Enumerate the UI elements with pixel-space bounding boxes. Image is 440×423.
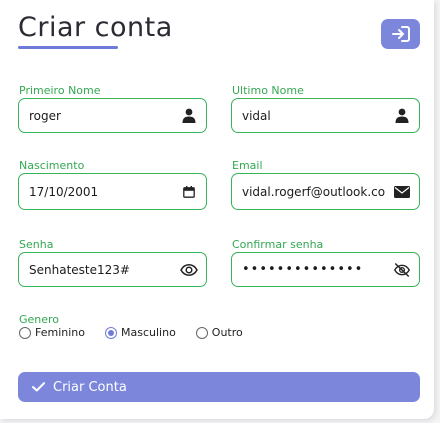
password-label: Senha <box>19 238 54 251</box>
first-name-label: Primeiro Nome <box>19 84 101 97</box>
last-name-label: Ultimo Nome <box>232 84 304 97</box>
radio-circle-selected[interactable] <box>105 326 117 339</box>
calendar-icon[interactable] <box>180 183 198 201</box>
login-button[interactable] <box>381 19 420 49</box>
birth-date-value: 17/10/2001 <box>29 184 99 199</box>
email-value: vidal.rogerf@outlook.co <box>242 184 386 199</box>
radio-masculino[interactable]: Masculino <box>105 326 176 339</box>
create-account-label: Criar Conta <box>53 379 127 395</box>
password-value: Senhateste123# <box>29 262 130 277</box>
radio-label: Feminino <box>35 326 85 339</box>
title-underline <box>18 46 118 49</box>
radio-label: Outro <box>211 326 243 339</box>
gender-label: Genero <box>19 313 60 326</box>
check-icon <box>32 382 45 392</box>
eye-slash-icon[interactable] <box>393 261 411 279</box>
confirm-password-value: •••••••••••••• <box>242 262 364 277</box>
radio-outro[interactable]: Outro <box>195 326 243 339</box>
gender-radio-group: Feminino Masculino Outro <box>19 326 255 339</box>
radio-label: Masculino <box>121 326 176 339</box>
user-icon <box>180 107 198 125</box>
first-name-value: roger <box>29 108 61 123</box>
birth-label: Nascimento <box>19 159 85 172</box>
eye-icon[interactable] <box>180 261 198 279</box>
radio-circle[interactable] <box>195 326 208 339</box>
password-field[interactable]: Senhateste123# <box>18 252 207 287</box>
radio-feminino[interactable]: Feminino <box>19 326 85 339</box>
user-icon <box>393 107 411 125</box>
first-name-field[interactable]: roger <box>18 98 207 133</box>
sign-in-icon <box>391 26 410 42</box>
confirm-password-label: Confirmar senha <box>232 238 324 251</box>
email-field[interactable]: vidal.rogerf@outlook.co <box>231 173 420 210</box>
birth-date-field[interactable]: 17/10/2001 <box>18 173 207 210</box>
page-title: Criar conta <box>18 12 173 43</box>
create-account-button[interactable]: Criar Conta <box>18 372 420 402</box>
envelope-icon <box>393 183 411 201</box>
confirm-password-field[interactable]: •••••••••••••• <box>231 252 420 287</box>
last-name-value: vidal <box>242 108 271 123</box>
radio-circle[interactable] <box>19 326 31 339</box>
signup-card: Criar conta Primeiro Nome roger Ultimo N… <box>0 0 434 419</box>
email-label: Email <box>232 159 263 172</box>
last-name-field[interactable]: vidal <box>231 98 420 133</box>
